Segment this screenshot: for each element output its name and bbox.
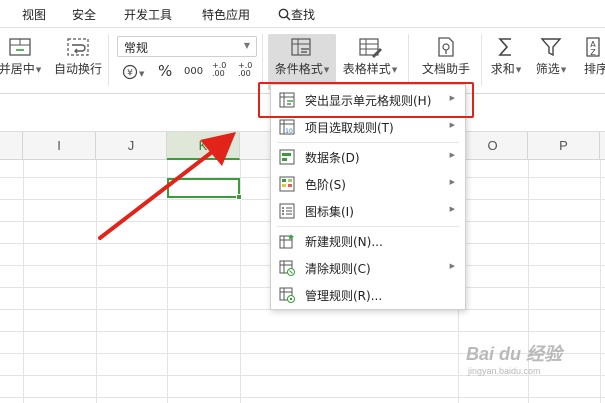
menu-item-manage-rules[interactable]: 管理规则(R)...: [271, 282, 465, 308]
submenu-arrow-icon: ▶: [449, 205, 455, 213]
menu-item-color-scales[interactable]: 色阶(S) ▶: [271, 171, 465, 197]
manage-rules-icon: [279, 287, 295, 303]
menu-item-new-rule[interactable]: 新建规则(N)...: [271, 228, 465, 254]
watermark-brand: Bai du 经验: [466, 344, 563, 364]
submenu-arrow-icon: ▶: [449, 178, 455, 186]
menu-item-label: 项目选取规则(T): [305, 121, 394, 135]
icon-sets-icon: [279, 203, 295, 219]
menu-item-label: 新建规则(N)...: [305, 235, 383, 249]
menu-item-label: 图标集(I): [305, 205, 354, 219]
menu-item-label: 管理规则(R)...: [305, 289, 383, 303]
top-bottom-rules-icon: 10: [279, 119, 295, 135]
menu-separator: [277, 226, 459, 227]
menu-item-data-bars[interactable]: 数据条(D) ▶: [271, 144, 465, 170]
new-rule-icon: [279, 234, 294, 249]
watermark-logo: Bai du 经验 jingyan.baidu.com: [466, 336, 596, 386]
menu-item-label: 色阶(S): [305, 178, 346, 192]
menu-item-icon-sets[interactable]: 图标集(I) ▶: [271, 198, 465, 224]
data-bars-icon: [279, 149, 295, 165]
annotation-highlight-box: [258, 82, 474, 118]
menu-item-label: 数据条(D): [305, 151, 360, 165]
submenu-arrow-icon: ▶: [449, 151, 455, 159]
watermark-url: jingyan.baidu.com: [468, 366, 541, 376]
svg-text:10: 10: [285, 128, 293, 135]
color-scales-icon: [279, 176, 295, 192]
submenu-arrow-icon: ▶: [449, 121, 455, 129]
menu-item-label: 清除规则(C): [305, 262, 371, 276]
submenu-arrow-icon: ▶: [449, 262, 455, 270]
clear-rules-icon: [279, 260, 295, 276]
menu-item-clear-rules[interactable]: 清除规则(C) ▶: [271, 255, 465, 281]
menu-separator: [277, 142, 459, 143]
